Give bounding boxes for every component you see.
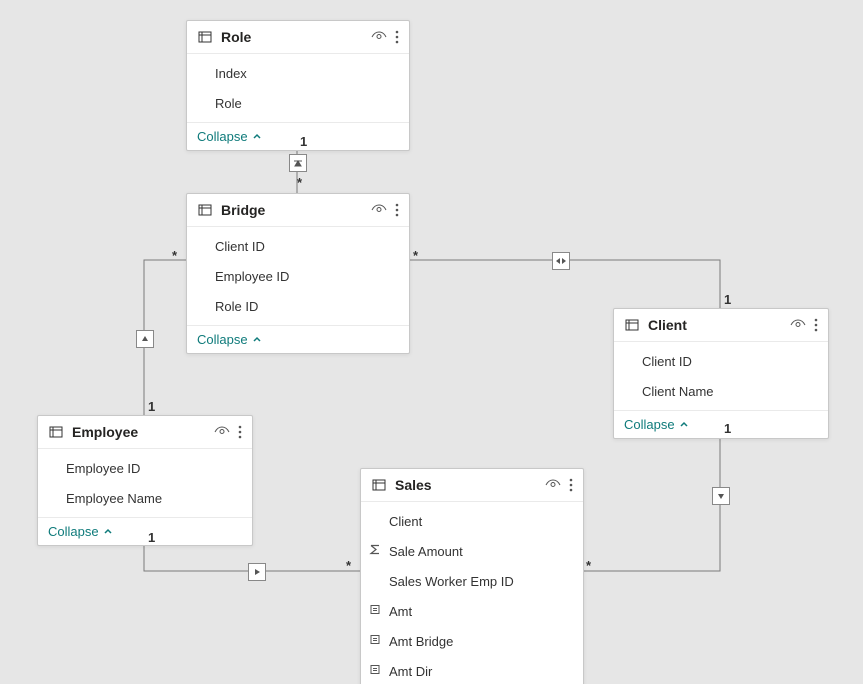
table-title: Sales <box>395 477 537 493</box>
table-title: Client <box>648 317 782 333</box>
table-employee[interactable]: Employee Employee ID Employee Name Colla… <box>37 415 253 546</box>
field-item[interactable]: Index <box>187 58 409 88</box>
field-list: Employee ID Employee Name <box>38 449 252 518</box>
table-icon <box>624 317 640 333</box>
visibility-icon[interactable] <box>214 424 230 440</box>
collapse-toggle[interactable]: Collapse <box>187 123 409 150</box>
filter-direction-bridge-client[interactable] <box>552 252 570 270</box>
cardinality-client-one: 1 <box>724 292 731 307</box>
chevron-up-icon <box>679 417 689 432</box>
field-item[interactable]: Client <box>361 506 583 536</box>
measure-icon <box>369 604 381 619</box>
chevron-up-icon <box>103 524 113 539</box>
cardinality-client-sales-one: 1 <box>724 421 731 436</box>
field-item[interactable]: Employee ID <box>187 261 409 291</box>
cardinality-bridge-employee-many: * <box>172 248 177 263</box>
table-icon <box>197 202 213 218</box>
visibility-icon[interactable] <box>371 29 387 45</box>
field-item[interactable]: Client ID <box>614 346 828 376</box>
table-role[interactable]: Role Index Role Collapse <box>186 20 410 151</box>
measure-icon <box>369 664 381 679</box>
chevron-up-icon <box>252 332 262 347</box>
field-item[interactable]: Role <box>187 88 409 118</box>
field-list: Client ID Employee ID Role ID <box>187 227 409 326</box>
chevron-up-icon <box>252 129 262 144</box>
field-item[interactable]: Amt Bridge <box>361 626 583 656</box>
field-item[interactable]: Employee ID <box>38 453 252 483</box>
table-title: Bridge <box>221 202 363 218</box>
more-options-icon[interactable] <box>395 202 399 218</box>
table-header[interactable]: Employee <box>38 416 252 449</box>
table-icon <box>371 477 387 493</box>
table-header[interactable]: Client <box>614 309 828 342</box>
more-options-icon[interactable] <box>569 477 573 493</box>
field-item[interactable]: Client ID <box>187 231 409 261</box>
table-client[interactable]: Client Client ID Client Name Collapse <box>613 308 829 439</box>
table-icon <box>48 424 64 440</box>
table-bridge[interactable]: Bridge Client ID Employee ID Role ID Col… <box>186 193 410 354</box>
cardinality-bridge-many: * <box>297 175 302 190</box>
collapse-toggle[interactable]: Collapse <box>38 518 252 545</box>
field-list: Client ID Client Name <box>614 342 828 411</box>
field-list: Index Role <box>187 54 409 123</box>
visibility-icon[interactable] <box>371 202 387 218</box>
cardinality-employee-one: 1 <box>148 399 155 414</box>
sigma-icon <box>369 544 381 559</box>
field-list: Client Sale Amount Sales Worker Emp ID A… <box>361 502 583 684</box>
cardinality-employee-sales-one: 1 <box>148 530 155 545</box>
more-options-icon[interactable] <box>395 29 399 45</box>
cardinality-bridge-client-many: * <box>413 248 418 263</box>
field-item[interactable]: Sales Worker Emp ID <box>361 566 583 596</box>
visibility-icon[interactable] <box>545 477 561 493</box>
field-item[interactable]: Role ID <box>187 291 409 321</box>
collapse-toggle[interactable]: Collapse <box>187 326 409 353</box>
filter-direction-client-sales[interactable] <box>712 487 730 505</box>
more-options-icon[interactable] <box>238 424 242 440</box>
field-item[interactable]: Amt Dir <box>361 656 583 684</box>
filter-direction-employee-sales[interactable] <box>248 563 266 581</box>
cardinality-sales-client-many: * <box>586 558 591 573</box>
field-item[interactable]: Amt <box>361 596 583 626</box>
table-header[interactable]: Bridge <box>187 194 409 227</box>
table-title: Role <box>221 29 363 45</box>
collapse-toggle[interactable]: Collapse <box>614 411 828 438</box>
filter-direction-bridge-employee[interactable] <box>136 330 154 348</box>
table-sales[interactable]: Sales Client Sale Amount Sales Worker Em… <box>360 468 584 684</box>
table-header[interactable]: Sales <box>361 469 583 502</box>
field-item[interactable]: Employee Name <box>38 483 252 513</box>
measure-icon <box>369 634 381 649</box>
table-title: Employee <box>72 424 206 440</box>
field-item[interactable]: Client Name <box>614 376 828 406</box>
cardinality-sales-employee-many: * <box>346 558 351 573</box>
table-header[interactable]: Role <box>187 21 409 54</box>
field-item[interactable]: Sale Amount <box>361 536 583 566</box>
filter-direction-role-bridge[interactable] <box>289 154 307 172</box>
visibility-icon[interactable] <box>790 317 806 333</box>
table-icon <box>197 29 213 45</box>
cardinality-role-one: 1 <box>300 134 307 149</box>
more-options-icon[interactable] <box>814 317 818 333</box>
